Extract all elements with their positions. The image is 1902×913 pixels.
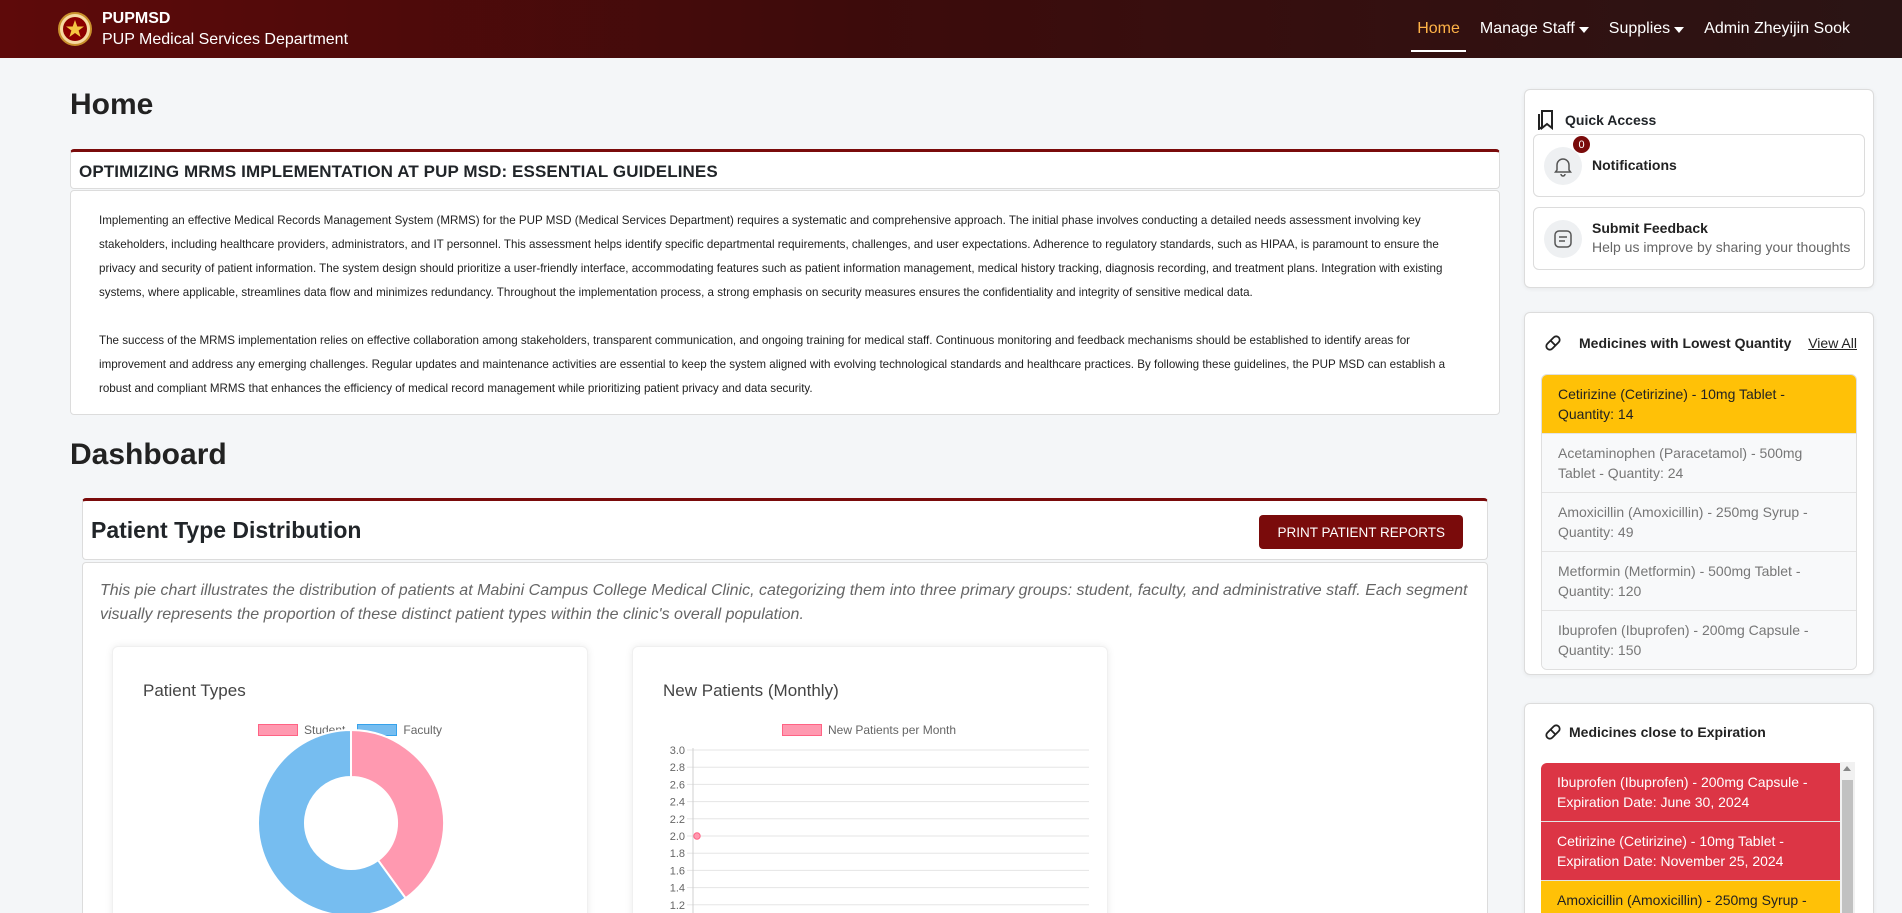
brand-full-name: PUP Medical Services Department [102, 31, 349, 48]
lowest-quantity-title: Medicines with Lowest Quantity [1579, 335, 1792, 351]
y-tick-label: 2.8 [670, 762, 685, 774]
nav-manage-staff-dropdown[interactable]: Manage Staff [1480, 0, 1589, 58]
list-item[interactable]: Amoxicillin (Amoxicillin) - 250mg Syrup … [1541, 881, 1841, 913]
nav-user-account[interactable]: Admin Zheyijin Sook [1704, 0, 1850, 58]
y-tick-label: 3.0 [670, 745, 685, 757]
dashboard-heading: Dashboard [70, 438, 227, 471]
y-tick-label: 2.6 [670, 779, 685, 791]
pill-icon [1545, 724, 1561, 740]
list-item[interactable]: Ibuprofen (Ibuprofen) - 200mg Capsule - … [1541, 763, 1841, 822]
y-tick-label: 2.0 [670, 831, 685, 843]
list-item[interactable]: Cetirizine (Cetirizine) - 10mg Tablet - … [1541, 822, 1841, 881]
view-all-link[interactable]: View All [1808, 335, 1857, 351]
scrollbar-thumb[interactable] [1842, 780, 1853, 913]
notifications-label: Notifications [1592, 157, 1677, 173]
nav-manage-staff-label: Manage Staff [1479, 20, 1575, 37]
bookmarks-icon [1538, 110, 1553, 130]
brand-short-name: PUPMSD [102, 10, 171, 27]
new-patients-chart-card: New Patients (Monthly) New Patients per … [632, 646, 1108, 913]
patient-types-doughnut [257, 728, 445, 913]
new-patients-line-chart: 3.0 2.8 2.6 2.4 2.2 2.0 1.8 1.6 1.4 1.2 [670, 745, 1089, 913]
lowest-quantity-card: Medicines with Lowest Quantity View All … [1524, 312, 1874, 675]
list-item[interactable]: Cetirizine (Cetirizine) - 10mg Tablet - … [1542, 375, 1856, 434]
submit-feedback-label: Submit Feedback [1592, 220, 1708, 236]
caret-down-icon [1674, 27, 1685, 33]
list-item[interactable]: Ibuprofen (Ibuprofen) - 200mg Capsule - … [1542, 611, 1856, 669]
pill-icon [1545, 335, 1561, 351]
expiration-card: Medicines close to Expiration Ibuprofen … [1524, 703, 1874, 913]
caret-down-icon [1578, 27, 1589, 33]
patient-distribution-description: This pie chart illustrates the distribut… [100, 582, 1468, 623]
y-tick-label: 1.8 [670, 848, 685, 860]
list-item[interactable]: Amoxicillin (Amoxicillin) - 250mg Syrup … [1542, 493, 1856, 552]
feedback-icon [1544, 220, 1582, 258]
scroll-up-arrow-icon[interactable] [1843, 766, 1851, 771]
submit-feedback-item[interactable]: Submit Feedback Help us improve by shari… [1533, 207, 1865, 270]
top-navbar: PUPMSD PUP Medical Services Department H… [0, 0, 1902, 58]
home-heading: Home [70, 88, 154, 121]
pup-logo-icon [58, 12, 92, 46]
patient-distribution-header: Patient Type Distribution PRINT PATIENT … [82, 498, 1488, 560]
nav-supplies-dropdown[interactable]: Supplies [1608, 0, 1685, 58]
y-tick-label: 2.2 [670, 814, 685, 826]
y-tick-label: 2.4 [670, 797, 685, 809]
print-patient-reports-button[interactable]: PRINT PATIENT REPORTS [1259, 515, 1463, 549]
y-tick-label: 1.4 [670, 883, 685, 895]
quick-access-title: Quick Access [1565, 112, 1657, 128]
guidelines-title: OPTIMIZING MRMS IMPLEMENTATION AT PUP MS… [79, 162, 718, 181]
list-item[interactable]: Metformin (Metformin) - 500mg Tablet - Q… [1542, 552, 1856, 611]
expiration-title: Medicines close to Expiration [1569, 724, 1766, 740]
guidelines-paragraph: The success of the MRMS implementation r… [99, 334, 1446, 395]
submit-feedback-subtitle: Help us improve by sharing your thoughts [1592, 239, 1851, 255]
notifications-item[interactable]: 0 Notifications [1533, 134, 1865, 197]
guidelines-card-header: OPTIMIZING MRMS IMPLEMENTATION AT PUP MS… [70, 149, 1500, 189]
quick-access-card: Quick Access 0 Notifications Submit Feed… [1524, 89, 1874, 288]
nav-home[interactable]: Home [1411, 0, 1466, 58]
expiration-list-scrollbar[interactable] [1840, 762, 1855, 913]
data-point[interactable] [693, 832, 701, 840]
main-nav: Home Manage Staff Supplies Admin Zheyiji… [1411, 0, 1902, 58]
list-item[interactable]: Acetaminophen (Paracetamol) - 500mg Tabl… [1542, 434, 1856, 493]
y-tick-label: 1.6 [670, 865, 685, 877]
notifications-count-badge: 0 [1572, 135, 1591, 154]
guidelines-paragraph: Implementing an effective Medical Record… [99, 214, 1443, 299]
expiration-list: Ibuprofen (Ibuprofen) - 200mg Capsule - … [1541, 763, 1841, 913]
lowest-quantity-list: Cetirizine (Cetirizine) - 10mg Tablet - … [1541, 374, 1857, 670]
patient-types-chart-card: Patient Types Student Faculty [112, 646, 588, 913]
patient-distribution-title: Patient Type Distribution [91, 517, 362, 543]
nav-supplies-label: Supplies [1608, 20, 1671, 37]
guidelines-card-body: Implementing an effective Medical Record… [70, 190, 1500, 415]
brand[interactable]: PUPMSD PUP Medical Services Department [58, 8, 348, 50]
y-tick-label: 1.2 [670, 900, 685, 912]
